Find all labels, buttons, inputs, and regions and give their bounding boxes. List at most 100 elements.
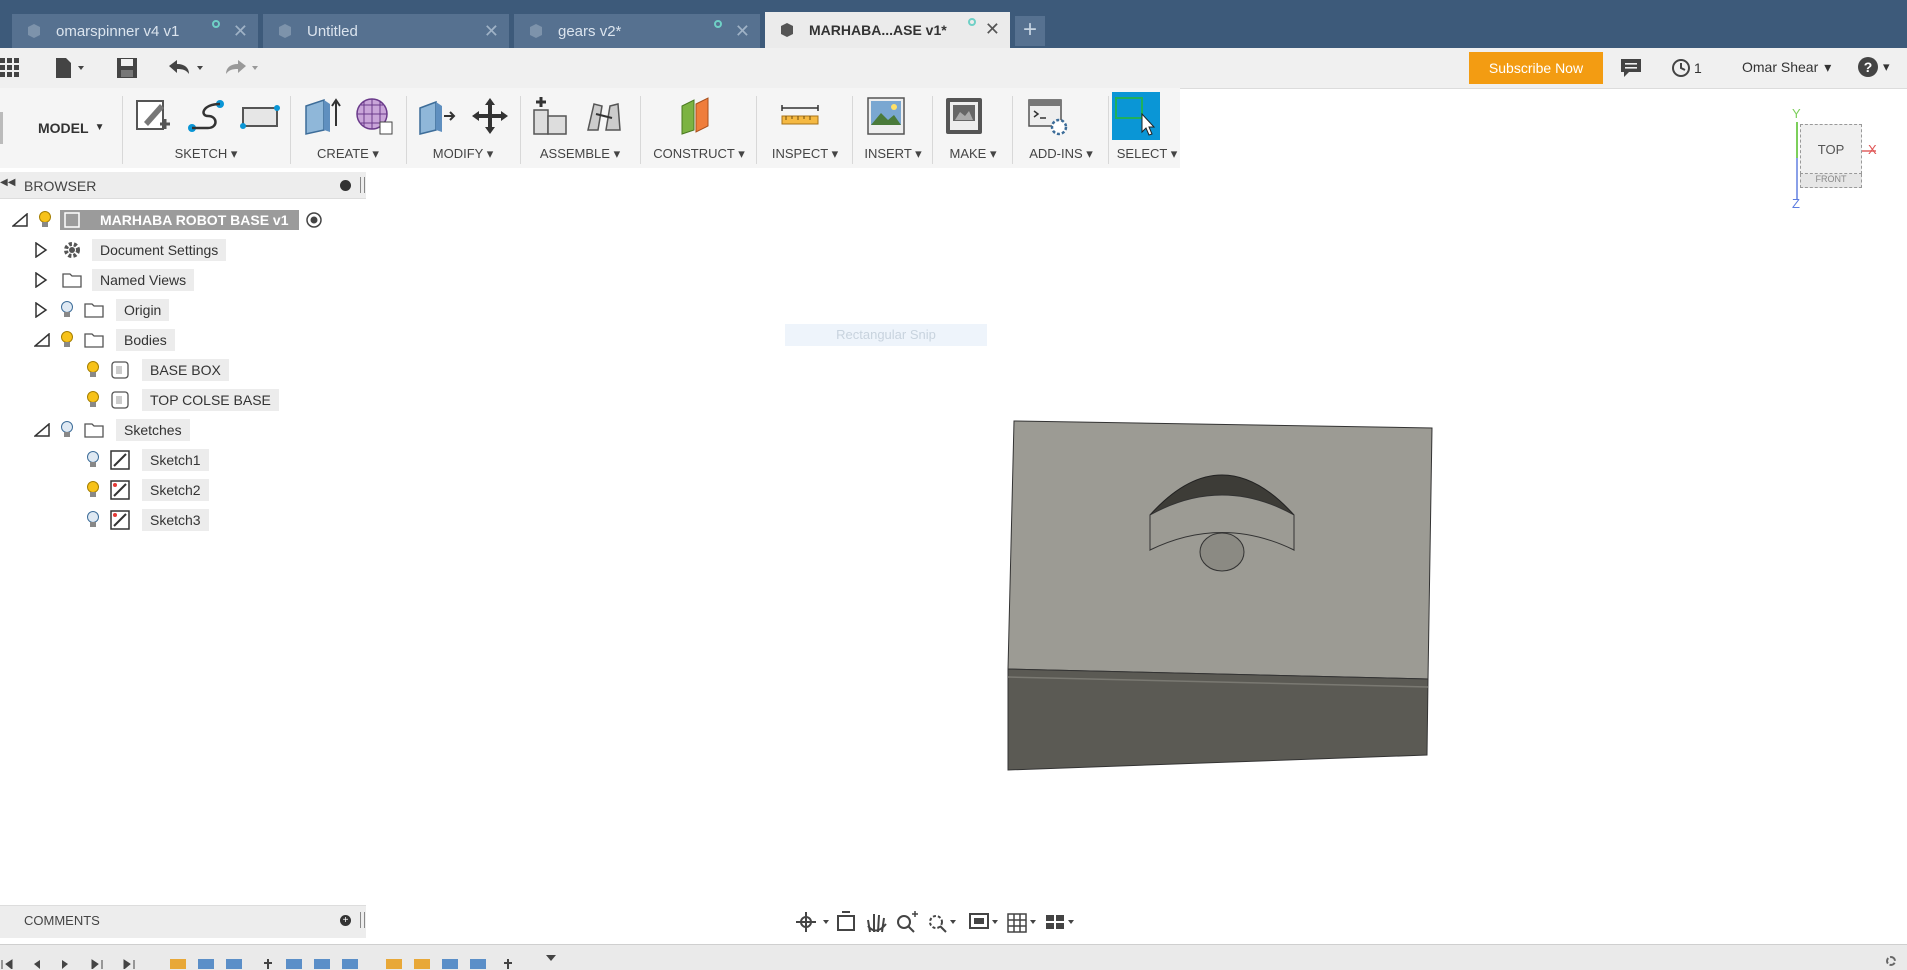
3d-print-icon[interactable] — [944, 96, 984, 136]
divider — [1108, 96, 1109, 164]
browser-item-bodies[interactable]: Bodies — [34, 328, 175, 352]
insert-image-icon[interactable] — [866, 96, 906, 136]
add-ins-menu[interactable]: ADD-INS ▾ — [1016, 146, 1106, 162]
visibility-bulb-icon[interactable] — [86, 391, 100, 409]
add-comment-icon[interactable]: + — [340, 915, 351, 926]
inspect-menu[interactable]: INSPECT ▾ — [760, 146, 850, 162]
scripts-addins-icon[interactable] — [1028, 96, 1068, 136]
subscribe-button[interactable]: Subscribe Now — [1469, 52, 1603, 84]
visibility-bulb-icon[interactable] — [60, 331, 74, 349]
select-tool-icon[interactable] — [1112, 92, 1160, 140]
expanded-triangle-icon[interactable] — [34, 333, 50, 347]
help-menu[interactable]: ? ▾ — [1857, 56, 1890, 78]
tab-marhaba-active[interactable]: MARHABA...ASE v1* ✕ — [765, 12, 1010, 48]
browser-item-sketches[interactable]: Sketches — [34, 418, 190, 442]
form-icon[interactable] — [354, 96, 394, 136]
svg-text:?: ? — [1864, 59, 1873, 75]
notifications-icon[interactable] — [1620, 58, 1642, 78]
file-menu-icon[interactable] — [54, 56, 88, 80]
visibility-bulb-off-icon[interactable] — [60, 421, 74, 439]
visibility-bulb-icon[interactable] — [38, 211, 52, 229]
panel-pin-icon[interactable] — [360, 912, 365, 928]
measure-icon[interactable] — [780, 96, 820, 136]
divider — [1012, 96, 1013, 164]
construct-menu[interactable]: CONSTRUCT ▾ — [644, 146, 754, 162]
browser-item-top-colse-base[interactable]: TOP COLSE BASE — [86, 388, 279, 412]
tab-omarspinner[interactable]: omarspinner v4 v1 ✕ — [12, 14, 258, 48]
browser-item-sketch3[interactable]: Sketch3 — [86, 508, 209, 532]
view-cube[interactable]: Y Z TOP FRONT X — [1792, 100, 1882, 211]
browser-root[interactable]: MARHABA ROBOT BASE v1 — [12, 208, 323, 232]
axis-z-label: Z — [1792, 196, 1800, 211]
new-tab-button[interactable]: + — [1015, 16, 1045, 46]
move-icon[interactable] — [470, 96, 510, 136]
visibility-bulb-off-icon[interactable] — [86, 451, 100, 469]
axis-x-label: X — [1868, 142, 1877, 157]
assemble-menu[interactable]: ASSEMBLE ▾ — [524, 146, 636, 162]
offset-plane-icon[interactable] — [676, 96, 716, 136]
browser-item-origin[interactable]: Origin — [34, 298, 170, 322]
browser-item-document-settings[interactable]: Document Settings — [34, 238, 227, 262]
sketch-icon — [110, 450, 130, 470]
modify-menu[interactable]: MODIFY ▾ — [410, 146, 516, 162]
visibility-bulb-icon[interactable] — [86, 361, 100, 379]
line-icon[interactable] — [186, 96, 226, 136]
rectangle-icon[interactable] — [240, 96, 280, 136]
extrude-icon[interactable] — [302, 96, 342, 136]
press-pull-icon[interactable] — [416, 96, 456, 136]
visibility-bulb-off-icon[interactable] — [86, 511, 100, 529]
timeline-settings-icon[interactable] — [1886, 956, 1896, 966]
divider — [290, 96, 291, 164]
close-tab-icon[interactable]: ✕ — [985, 19, 1000, 40]
collapsed-triangle-icon[interactable] — [34, 242, 48, 258]
visibility-bulb-icon[interactable] — [86, 481, 100, 499]
root-component[interactable]: MARHABA ROBOT BASE v1 — [60, 210, 299, 230]
close-tab-icon[interactable]: ✕ — [233, 21, 248, 42]
document-icon — [28, 24, 40, 38]
browser-item-sketch2[interactable]: Sketch2 — [86, 478, 209, 502]
browser-item-base-box[interactable]: BASE BOX — [86, 358, 229, 382]
axis-y-line — [1796, 122, 1798, 160]
redo-icon[interactable] — [222, 58, 262, 78]
insert-menu[interactable]: INSERT ▾ — [856, 146, 930, 162]
make-menu[interactable]: MAKE ▾ — [936, 146, 1010, 162]
item-label: TOP COLSE BASE — [142, 389, 279, 411]
job-status-icon[interactable] — [1671, 58, 1691, 78]
expanded-triangle-icon[interactable] — [12, 213, 28, 227]
timeline-features[interactable] — [168, 955, 568, 969]
view-cube-top-face[interactable]: TOP — [1800, 124, 1862, 174]
look-at-icon — [837, 911, 855, 931]
browser-item-named-views[interactable]: Named Views — [34, 268, 195, 292]
select-menu[interactable]: SELECT ▾ — [1112, 146, 1182, 162]
workspace-switcher[interactable]: MODEL ▼ — [38, 120, 104, 136]
collapsed-triangle-icon[interactable] — [34, 272, 48, 288]
workspace-label: MODEL — [38, 120, 89, 136]
model-viewport[interactable] — [1000, 415, 1440, 785]
save-icon[interactable] — [116, 57, 138, 79]
new-component-icon[interactable] — [530, 96, 570, 136]
collapsed-triangle-icon[interactable] — [34, 302, 48, 318]
undo-icon[interactable] — [167, 58, 207, 78]
tab-untitled[interactable]: Untitled ✕ — [263, 14, 509, 48]
item-label: Sketch1 — [142, 449, 209, 471]
item-label: Sketch3 — [142, 509, 209, 531]
create-sketch-icon[interactable] — [134, 96, 174, 136]
tab-gears[interactable]: gears v2* ✕ — [514, 14, 760, 48]
view-cube-front-face[interactable]: FRONT — [1800, 174, 1862, 188]
close-tab-icon[interactable]: ✕ — [484, 21, 499, 42]
sketch-menu[interactable]: SKETCH ▾ — [126, 146, 286, 162]
app-grid-icon[interactable] — [0, 58, 22, 78]
close-tab-icon[interactable]: ✕ — [735, 21, 750, 42]
user-menu[interactable]: Omar Shear ▾ — [1742, 59, 1831, 76]
item-label: BASE BOX — [142, 359, 229, 381]
visibility-bulb-off-icon[interactable] — [60, 301, 74, 319]
collapse-panel-icon[interactable]: ◀◀ — [0, 177, 15, 188]
browser-options-icon[interactable] — [340, 180, 351, 191]
panel-pin-icon[interactable] — [360, 177, 365, 193]
activate-radio-icon[interactable] — [305, 211, 323, 229]
create-menu[interactable]: CREATE ▾ — [294, 146, 402, 162]
timeline-playback-controls[interactable] — [0, 958, 160, 969]
joint-icon[interactable] — [584, 96, 624, 136]
expanded-triangle-icon[interactable] — [34, 423, 50, 437]
browser-item-sketch1[interactable]: Sketch1 — [86, 448, 209, 472]
